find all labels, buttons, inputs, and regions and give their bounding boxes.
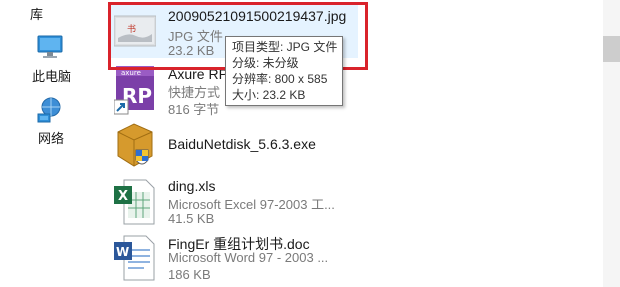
file-size: 41.5 KB xyxy=(168,211,215,226)
installer-icon xyxy=(114,122,156,168)
tooltip-resolution: 分辨率: 800 x 585 xyxy=(232,72,328,86)
nav-label-network: 网络 xyxy=(38,131,65,146)
nav-label-this-pc: 此电脑 xyxy=(32,69,72,84)
computer-icon xyxy=(36,34,64,65)
file-item-finger-doc[interactable]: W FingEr 重组计划书.doc Microsoft Word 97 - 2… xyxy=(108,230,358,284)
axure-rp-icon: axure RP xyxy=(113,66,156,115)
svg-text:X: X xyxy=(118,189,128,204)
network-icon xyxy=(36,96,66,129)
file-item-baidunetdisk[interactable]: BaiduNetdisk_5.6.3.exe xyxy=(108,118,358,172)
file-name: BaiduNetdisk_5.6.3.exe xyxy=(168,136,316,152)
word-icon: W xyxy=(114,234,156,281)
file-type: Microsoft Word 97 - 2003 ... xyxy=(168,250,329,265)
svg-text:W: W xyxy=(116,245,129,259)
tooltip-item-type: 项目类型: JPG 文件 xyxy=(232,40,338,54)
navigation-pane: 库 此电脑 网络 xyxy=(0,0,100,287)
excel-icon: X xyxy=(114,178,156,225)
file-name: ding.xls xyxy=(168,178,216,194)
tooltip-rating: 分级: 未分级 xyxy=(232,56,299,70)
svg-text:axure: axure xyxy=(121,69,141,77)
file-info-tooltip: 项目类型: JPG 文件 分级: 未分级 分辨率: 800 x 585 大小: … xyxy=(225,36,343,106)
tooltip-size: 大小: 23.2 KB xyxy=(232,88,306,102)
file-size: 816 字节 xyxy=(168,102,220,117)
file-size: 186 KB xyxy=(168,267,211,282)
nav-label-library: 库 xyxy=(30,7,44,22)
scrollbar-thumb[interactable] xyxy=(603,36,620,62)
file-item-ding-xls[interactable]: X ding.xls Microsoft Excel 97-2003 工... … xyxy=(108,174,358,228)
